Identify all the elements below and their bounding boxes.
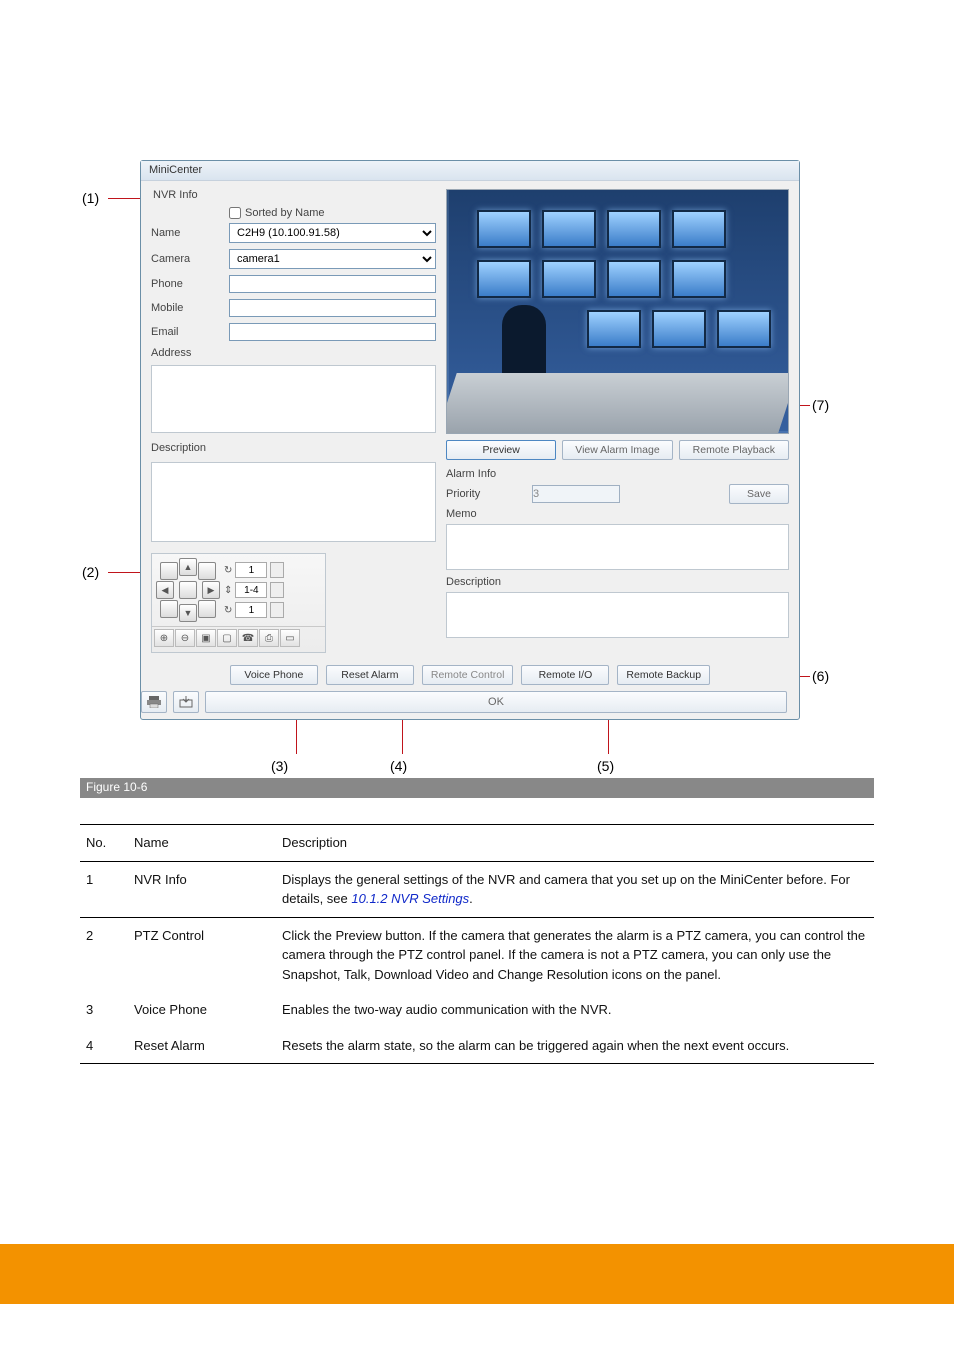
snapshot-icon[interactable]: ⎙ [259,629,279,647]
camera-label: Camera [151,253,229,265]
description-label: Description [151,442,229,454]
focus-far-icon[interactable]: ▢ [217,629,237,647]
callout-4: (4) [390,758,407,774]
talk-icon[interactable]: ☎ [238,629,258,647]
ok-button[interactable]: OK [205,691,787,713]
ptz-panel: ▲ ▼ ◀ ▶ [151,553,326,653]
alarm-desc-textarea[interactable] [446,592,789,638]
description-textarea[interactable] [151,462,436,542]
sorted-by-name-checkbox[interactable] [229,207,241,219]
memo-textarea[interactable] [446,524,789,570]
alarm-info-label: Alarm Info [446,468,789,480]
remote-backup-button[interactable]: Remote Backup [617,665,710,685]
zoom-in-icon[interactable]: ⊕ [154,629,174,647]
ptz-downleft-button[interactable] [160,600,178,618]
table-row: 3Voice PhoneEnables the two-way audio co… [80,992,874,1028]
mobile-input[interactable] [229,299,436,317]
mobile-label: Mobile [151,302,229,314]
zoom-out-icon[interactable]: ⊖ [175,629,195,647]
footer-bar: 154 [0,1244,954,1304]
autoscan-icon: ↻ [224,605,232,616]
callout-3: (3) [271,758,288,774]
ptz-up-button[interactable]: ▲ [179,558,197,576]
priority-select[interactable] [532,485,620,503]
priority-label: Priority [446,488,524,500]
remote-io-button[interactable]: Remote I/O [521,665,609,685]
ptz-left-button[interactable]: ◀ [156,581,174,599]
focus-near-icon[interactable]: ▣ [196,629,216,647]
table-row: 4Reset AlarmResets the alarm state, so t… [80,1028,874,1064]
print-icon[interactable] [141,691,167,713]
ptz-down-button[interactable]: ▼ [179,604,197,622]
camera-select[interactable]: camera1 [229,249,436,269]
phone-label: Phone [151,278,229,290]
ptz-upleft-button[interactable] [160,562,178,580]
description-table: No. Name Description 1NVR InfoDisplays t… [80,824,874,1064]
live-preview [446,189,789,434]
callout-7: (7) [812,397,829,413]
callout-1: (1) [82,190,99,206]
callout-5: (5) [597,758,614,774]
ptz-right-button[interactable]: ▶ [202,581,220,599]
window-titlebar: MiniCenter [141,161,799,181]
figure-caption: Figure 10-6 [80,778,874,798]
ptz-dpad: ▲ ▼ ◀ ▶ [156,558,220,622]
save-button[interactable]: Save [729,484,789,504]
view-alarm-image-button[interactable]: View Alarm Image [562,440,672,460]
ptz-speed2-input[interactable] [235,602,267,618]
reset-alarm-button[interactable]: Reset Alarm [326,665,414,685]
ptz-center-button[interactable] [179,581,197,599]
change-resolution-icon[interactable]: ▭ [280,629,300,647]
remote-control-button[interactable]: Remote Control [422,665,514,685]
ptz-speed1-input[interactable] [235,562,267,578]
email-input[interactable] [229,323,436,341]
preset-icon: ⇕ [224,585,232,596]
sorted-by-name-label: Sorted by Name [245,207,324,219]
document-body: No. Name Description 1NVR InfoDisplays t… [80,812,874,1064]
cross-ref-link[interactable]: 10.1.2 NVR Settings [351,891,469,906]
page-number: 154 [467,1232,487,1246]
memo-label: Memo [446,508,789,520]
name-label: Name [151,227,229,239]
nvr-info-group-label: NVR Info [151,189,436,201]
name-select[interactable]: C2H9 (10.100.91.58) [229,223,436,243]
ptz-preset-input[interactable] [235,582,267,598]
callout-2: (2) [82,564,99,580]
tour-icon: ↻ [224,565,232,576]
ptz-speed2-dropdown[interactable] [270,602,284,618]
phone-input[interactable] [229,275,436,293]
email-label: Email [151,326,229,338]
address-textarea[interactable] [151,365,436,433]
minicenter-window: MiniCenter NVR Info Sorted by Name Name … [140,160,800,720]
ptz-preset-dropdown[interactable] [270,582,284,598]
export-icon[interactable] [173,691,199,713]
ptz-speed1-dropdown[interactable] [270,562,284,578]
ptz-upright-button[interactable] [198,562,216,580]
table-row: 2PTZ ControlClick the Preview button. If… [80,917,874,992]
alarm-desc-label: Description [446,576,789,588]
table-row: 1NVR InfoDisplays the general settings o… [80,861,874,917]
callout-6: (6) [812,668,829,684]
ptz-downright-button[interactable] [198,600,216,618]
voice-phone-button[interactable]: Voice Phone [230,665,318,685]
address-label: Address [151,347,229,359]
preview-button[interactable]: Preview [446,440,556,460]
remote-playback-button[interactable]: Remote Playback [679,440,789,460]
